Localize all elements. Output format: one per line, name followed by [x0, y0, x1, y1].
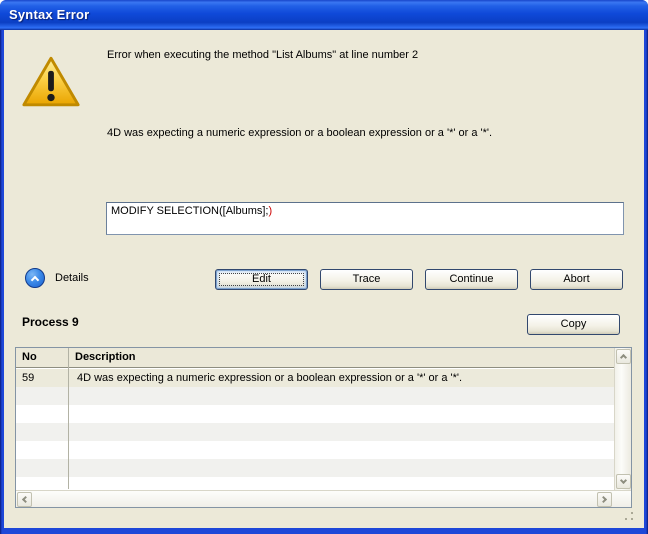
empty-row [16, 405, 614, 423]
vertical-scrollbar[interactable] [614, 348, 631, 490]
continue-button[interactable]: Continue [425, 269, 518, 290]
empty-row [16, 423, 614, 441]
error-message-line2: 4D was expecting a numeric expression or… [107, 127, 632, 140]
table-header: No Description [16, 348, 614, 368]
chevron-down-icon [620, 477, 627, 484]
dialog-client-area: Error when executing the method "List Al… [4, 30, 644, 528]
edit-button[interactable]: Edit [215, 269, 308, 290]
table-row[interactable]: 59 4D was expecting a numeric expression… [16, 369, 614, 387]
code-text: MODIFY SELECTION([Albums]; [111, 205, 269, 217]
details-label: Details [55, 272, 89, 284]
error-description-cell: 4D was expecting a numeric expression or… [77, 372, 462, 384]
error-message-line1: Error when executing the method "List Al… [107, 49, 632, 62]
page-title: Syntax Error [9, 7, 89, 22]
empty-row [16, 477, 614, 490]
scroll-left-button[interactable] [17, 492, 32, 507]
error-code-box[interactable]: MODIFY SELECTION([Albums];) [106, 202, 624, 235]
process-label: Process 9 [22, 315, 79, 329]
scroll-right-button[interactable] [597, 492, 612, 507]
table-rows: 59 4D was expecting a numeric expression… [16, 369, 614, 490]
column-header-description: Description [75, 351, 136, 363]
warning-triangle-icon [20, 54, 82, 111]
chevron-left-icon [22, 496, 29, 503]
trace-button[interactable]: Trace [320, 269, 413, 290]
scroll-up-button[interactable] [616, 349, 631, 364]
resize-grip[interactable] [625, 512, 635, 522]
copy-button[interactable]: Copy [527, 314, 620, 335]
empty-row [16, 441, 614, 459]
chevron-up-circle-icon [25, 268, 45, 288]
code-error-char: ) [269, 205, 273, 217]
column-header-no: No [22, 351, 37, 363]
empty-row [16, 459, 614, 477]
abort-button[interactable]: Abort [530, 269, 623, 290]
title-bar[interactable]: Syntax Error [0, 0, 648, 30]
horizontal-scrollbar[interactable] [16, 490, 631, 507]
chevron-up-icon [620, 354, 627, 361]
column-separator [68, 348, 69, 489]
syntax-error-window: Syntax Error Error when executing the me… [0, 0, 648, 534]
scroll-down-button[interactable] [616, 474, 631, 489]
chevron-right-icon [600, 496, 607, 503]
error-list-table[interactable]: No Description 59 4D was expecting a num… [15, 347, 632, 508]
error-number-cell: 59 [22, 372, 34, 384]
empty-row [16, 387, 614, 405]
